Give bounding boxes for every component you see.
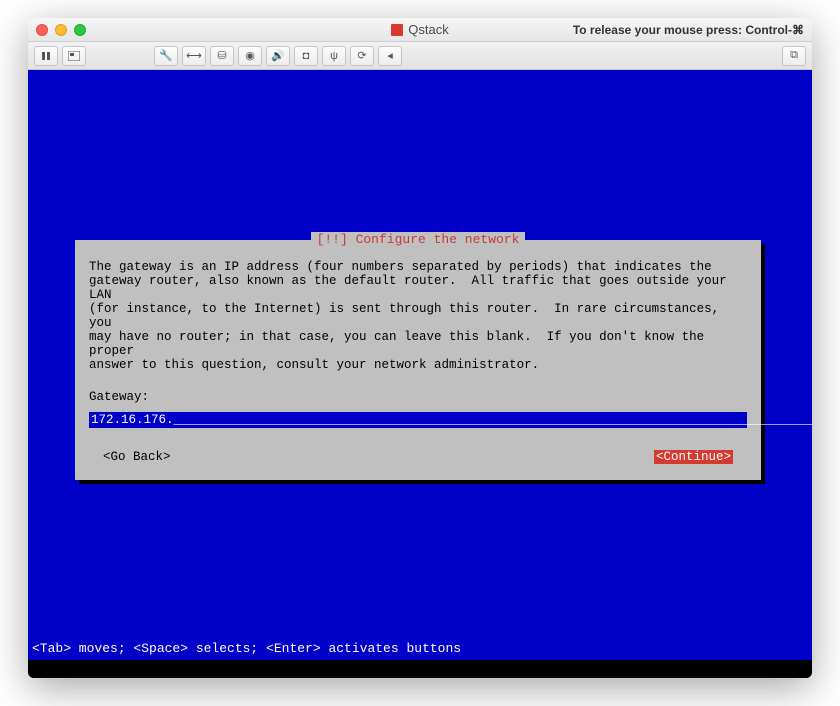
snapshot-button[interactable] <box>62 46 86 66</box>
mouse-icon: ◂ <box>387 49 393 62</box>
app-icon <box>391 24 403 36</box>
configure-network-dialog: [!!] Configure the network The gateway i… <box>75 240 761 480</box>
network-icon: ⟷ <box>186 49 202 62</box>
usb-button[interactable]: ψ <box>322 46 346 66</box>
vm-window: Qstack To release your mouse press: Cont… <box>28 18 812 678</box>
hdd-icon: ⛁ <box>217 49 226 62</box>
go-back-button[interactable]: <Go Back> <box>103 450 171 464</box>
footer-bar <box>28 660 812 678</box>
shared-folder-button[interactable]: ⟳ <box>350 46 374 66</box>
titlebar: Qstack To release your mouse press: Cont… <box>28 18 812 42</box>
toolbar: 🔧 ⟷ ⛁ ◉ 🔊 ◘ ψ ⟳ ◂ ⧉ <box>28 42 812 70</box>
audio-button[interactable]: 🔊 <box>266 46 290 66</box>
gateway-input-fill: ________________________________________… <box>174 413 812 427</box>
audio-icon: 🔊 <box>271 49 285 62</box>
hdd-button[interactable]: ⛁ <box>210 46 234 66</box>
fullscreen-button[interactable]: ⧉ <box>782 46 806 66</box>
usb-icon: ψ <box>330 50 338 62</box>
settings-button[interactable]: 🔧 <box>154 46 178 66</box>
window-title: Qstack <box>28 22 812 37</box>
wrench-icon: 🔧 <box>159 49 173 62</box>
camera-icon: ◘ <box>303 50 310 62</box>
fullscreen-icon: ⧉ <box>790 49 798 62</box>
shared-icon: ⟳ <box>357 49 366 62</box>
dialog-title: [!!] Configure the network <box>311 232 526 247</box>
mouse-integration-button[interactable]: ◂ <box>378 46 402 66</box>
dialog-shadow <box>79 480 765 484</box>
gateway-label: Gateway: <box>89 390 747 404</box>
window-title-text: Qstack <box>408 22 448 37</box>
pause-button[interactable] <box>34 46 58 66</box>
gateway-input[interactable]: 172.16.176._____________________________… <box>89 412 747 428</box>
gateway-input-value: 172.16.176. <box>91 413 174 427</box>
camera-button[interactable]: ◘ <box>294 46 318 66</box>
dialog-shadow <box>761 244 765 484</box>
dialog-body-text: The gateway is an IP address (four numbe… <box>89 260 747 372</box>
dialog-buttons: <Go Back> <Continue> <box>89 450 747 464</box>
network-button[interactable]: ⟷ <box>182 46 206 66</box>
cd-button[interactable]: ◉ <box>238 46 262 66</box>
dialog-title-row: [!!] Configure the network <box>75 232 761 247</box>
footer-hint: <Tab> moves; <Space> selects; <Enter> ac… <box>32 641 461 656</box>
vm-screen[interactable]: [!!] Configure the network The gateway i… <box>28 70 812 678</box>
continue-button[interactable]: <Continue> <box>654 450 733 464</box>
cd-icon: ◉ <box>245 49 255 62</box>
